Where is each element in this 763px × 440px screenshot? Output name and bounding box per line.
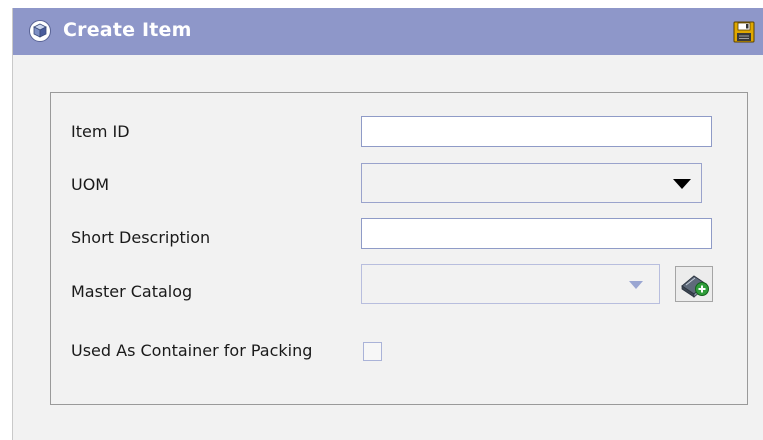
- book-add-icon: [675, 266, 713, 302]
- item-id-field[interactable]: [361, 116, 712, 147]
- master-catalog-label: Master Catalog: [71, 282, 193, 301]
- create-item-window: Create Item Item ID UOM Short Descriptio…: [12, 8, 763, 440]
- title-bar: Create Item: [13, 8, 763, 55]
- save-button[interactable]: [733, 21, 755, 43]
- container-for-packing-label: Used As Container for Packing: [71, 341, 313, 360]
- item-id-label: Item ID: [71, 122, 130, 141]
- uom-label: UOM: [71, 175, 110, 194]
- uom-select[interactable]: [361, 163, 702, 203]
- short-description-label: Short Description: [71, 228, 211, 247]
- page-title: Create Item: [63, 19, 192, 41]
- cube-icon: [29, 20, 51, 42]
- chevron-down-icon: [673, 179, 691, 189]
- master-catalog-select[interactable]: [361, 264, 660, 304]
- chevron-down-icon: [629, 281, 643, 289]
- master-catalog-lookup-button[interactable]: [675, 266, 713, 302]
- short-description-field[interactable]: [361, 218, 712, 249]
- floppy-disk-icon: [733, 21, 755, 43]
- container-for-packing-checkbox[interactable]: [363, 342, 382, 361]
